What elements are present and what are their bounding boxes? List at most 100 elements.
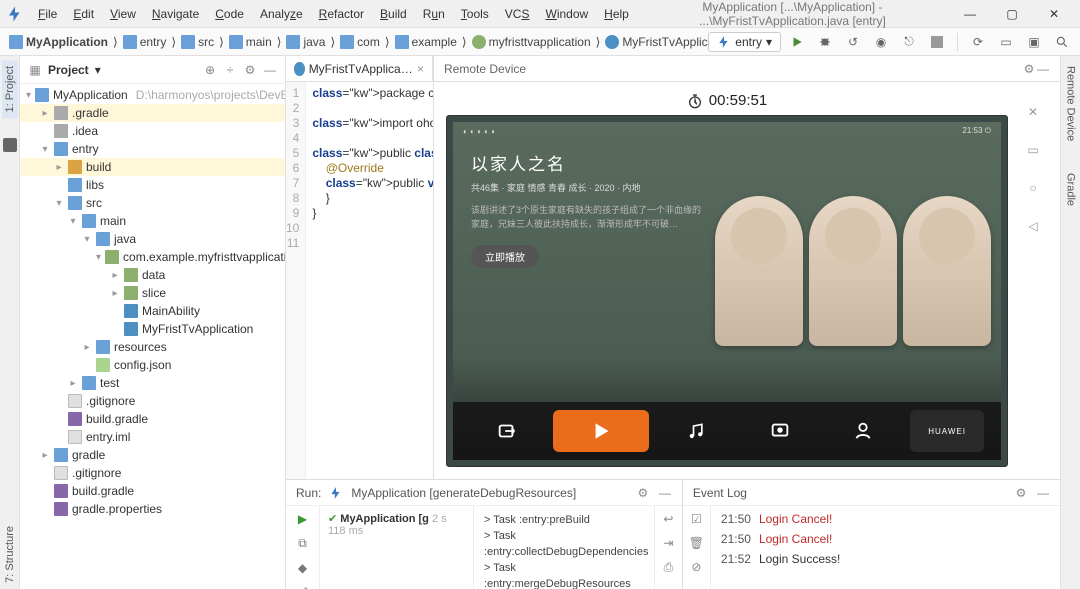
code-body[interactable]: class="kw">package com.exampl class="kw"… [306,82,433,479]
play-now-button[interactable]: 立即播放 [471,245,539,268]
breadcrumb-item[interactable]: myfristtvapplication [469,34,594,50]
expand-icon[interactable]: ⤢ [294,585,312,589]
ev-trash-icon[interactable]: 🗑 [689,536,704,550]
breadcrumb-item[interactable]: MyFristTvApplication [602,34,708,50]
dock-play-icon[interactable] [553,410,649,452]
run-result-tree[interactable]: MyApplication [g 2 s 118 ms [320,506,474,589]
run-settings-icon[interactable]: ⚙ [636,486,650,500]
menu-help[interactable]: Help [598,4,635,24]
tree-node[interactable]: ▸gradle [20,446,285,464]
tree-node[interactable]: entry.iml [20,428,285,446]
tree-node[interactable]: ▸.gradle [20,104,285,122]
eventlog-row[interactable]: 21:50Login Cancel! [721,532,1050,546]
dock-huawei[interactable]: HUAWEI [910,410,984,452]
tree-node[interactable]: .gitignore [20,464,285,482]
project-tree[interactable]: ▾MyApplicationD:\harmonyos\projects\DevE… [20,84,285,589]
device-hide-icon[interactable]: — [1036,62,1050,76]
breadcrumb-item[interactable]: src [178,34,217,50]
tree-node[interactable]: ▾com.example.myfristtvapplication [20,248,285,266]
tree-node[interactable]: MainAbility [20,302,285,320]
dock-input-icon[interactable] [470,410,544,452]
expand-icon[interactable]: ÷ [223,63,237,77]
menu-window[interactable]: Window [539,4,594,24]
device-manager-button[interactable]: ▭ [994,30,1018,54]
tree-node[interactable]: ▸test [20,374,285,392]
run-hide-icon[interactable]: — [658,486,672,500]
device-close-icon[interactable]: ✕ [1023,102,1043,122]
coverage-button[interactable]: ↺ [841,30,865,54]
tree-node[interactable]: build.gradle [20,482,285,500]
left-tool-item[interactable] [3,138,17,152]
editor-tab[interactable]: MyFristTvApplication.java × [286,56,433,81]
breadcrumb-item[interactable]: MyApplication [6,34,111,50]
tab-project[interactable]: 1: Project [2,60,18,118]
tree-node[interactable]: ▾src [20,194,285,212]
breadcrumb-item[interactable]: java [283,34,328,50]
select-opened-icon[interactable]: ⊕ [203,63,217,77]
menu-code[interactable]: Code [209,4,250,24]
sdk-button[interactable]: ▣ [1022,30,1046,54]
print-icon[interactable]: ⎙ [664,560,674,575]
run-button[interactable] [785,30,809,54]
run-config-chip[interactable]: entry ▾ [708,32,781,52]
tree-node[interactable]: .idea [20,122,285,140]
tab-structure[interactable]: 7: Structure [2,520,18,589]
eventlog-list[interactable]: 21:50Login Cancel! 21:50Login Cancel! 21:5… [711,506,1060,589]
tree-node[interactable]: ▾MyApplicationD:\harmonyos\projects\DevE… [20,86,285,104]
pin-icon[interactable]: ◆ [294,561,312,575]
menu-view[interactable]: View [104,4,142,24]
tree-node[interactable]: ▸slice [20,284,285,302]
tree-node[interactable]: libs [20,176,285,194]
eventlog-row[interactable]: 21:52Login Success! [721,552,1050,566]
breadcrumb-item[interactable]: main [226,34,275,50]
eventlog-hide-icon[interactable]: — [1036,486,1050,500]
tree-node[interactable]: config.json [20,356,285,374]
rerun-icon[interactable]: ▶ [294,512,312,526]
menu-navigate[interactable]: Navigate [146,4,205,24]
dock-cast-icon[interactable] [743,410,817,452]
attach-button[interactable]: ⎋ [897,30,921,54]
tree-node[interactable]: ▾java [20,230,285,248]
menu-run[interactable]: Run [417,4,451,24]
maximize-button[interactable]: ▢ [992,0,1032,28]
device-back-icon[interactable]: ◁ [1023,216,1043,236]
close-tab-icon[interactable]: × [417,62,424,76]
tree-node[interactable]: ▾entry [20,140,285,158]
tab-remote-device[interactable]: Remote Device [1063,60,1079,147]
code-editor[interactable]: 1234567891011 class="kw">package com.exa… [286,82,433,479]
close-button[interactable]: ✕ [1034,0,1074,28]
breadcrumbs[interactable]: MyApplication⟩entry⟩src⟩main⟩java⟩com⟩ex… [6,34,708,50]
eventlog-row[interactable]: 21:50Login Cancel! [721,512,1050,526]
hide-panel-icon[interactable]: — [263,63,277,77]
settings-icon[interactable]: ⚙ [243,63,257,77]
menu-tools[interactable]: Tools [455,4,495,24]
debug-button[interactable] [813,30,837,54]
eventlog-settings-icon[interactable]: ⚙ [1014,486,1028,500]
stop-button[interactable] [925,30,949,54]
tree-node[interactable]: ▸data [20,266,285,284]
menu-refactor[interactable]: Refactor [313,4,370,24]
tree-node[interactable]: gradle.properties [20,500,285,518]
menu-edit[interactable]: Edit [67,4,100,24]
sync-button[interactable]: ⟳ [966,30,990,54]
breadcrumb-item[interactable]: entry [120,34,170,50]
tree-node[interactable]: build.gradle [20,410,285,428]
filter-icon[interactable]: ⧉ [294,536,312,551]
tree-node[interactable]: ▸resources [20,338,285,356]
ev-mute-icon[interactable]: ⊘ [691,560,701,574]
profiler-button[interactable]: ◉ [869,30,893,54]
scroll-end-icon[interactable]: ⇥ [663,536,673,550]
tree-node[interactable]: ▾main [20,212,285,230]
breadcrumb-item[interactable]: example [392,34,460,50]
menu-file[interactable]: File [32,4,63,24]
soft-wrap-icon[interactable]: ↩ [663,512,673,526]
device-settings-icon[interactable]: ⚙ [1022,62,1036,76]
search-button[interactable] [1050,30,1074,54]
dock-music-icon[interactable] [659,410,733,452]
menu-vcs[interactable]: VCS [499,4,536,24]
tree-node[interactable]: MyFristTvApplication [20,320,285,338]
tv-screen[interactable]: ◐ ◐ ◐ ◐ ◐ 21:53 ⏻ 以家人之名 共46集 · 家庭 情感 青春 … [446,115,1008,467]
run-output[interactable]: > Task :entry:preBuild> Task :entry:coll… [474,506,654,589]
minimize-button[interactable]: — [950,0,990,28]
ev-check-icon[interactable]: ☑ [691,512,702,526]
